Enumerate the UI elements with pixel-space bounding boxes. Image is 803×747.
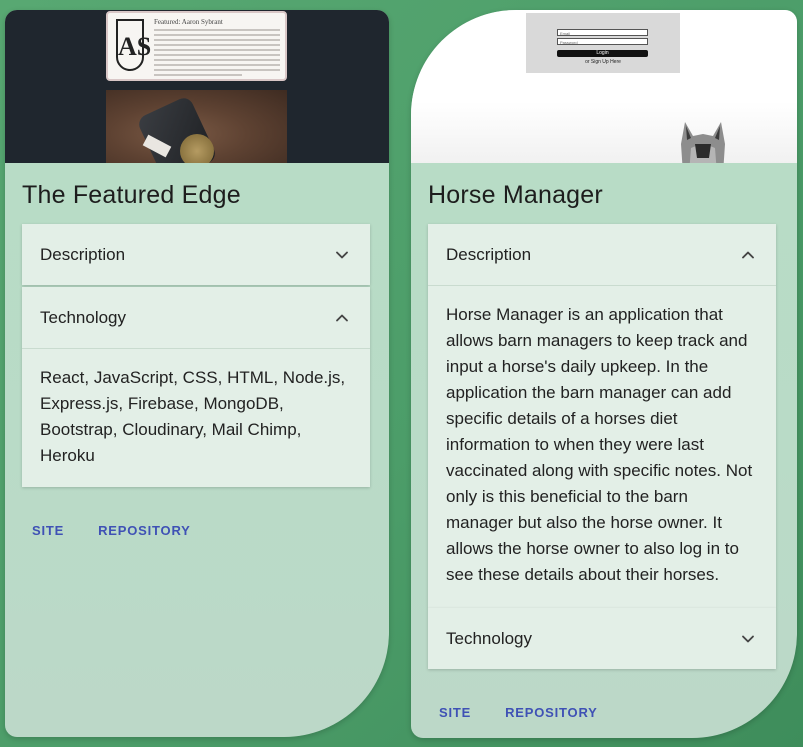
as-logo: AS — [116, 19, 151, 71]
description-toggle[interactable]: Description — [22, 224, 370, 285]
technology-panel: Technology React, JavaScript, CSS, HTML,… — [22, 287, 370, 487]
signup-link-preview: or Sign Up Here — [585, 59, 621, 65]
site-link[interactable]: SITE — [439, 705, 471, 720]
repository-link[interactable]: REPOSITORY — [505, 705, 598, 720]
description-panel: Description — [22, 224, 370, 285]
project-thumbnail: AS Featured: Aaron Sybrant — [5, 10, 389, 163]
article-preview: AS Featured: Aaron Sybrant — [106, 11, 287, 81]
technology-toggle[interactable]: Technology — [22, 287, 370, 348]
project-card-horse-manager: Email Password Login or Sign Up Here Hor… — [411, 10, 797, 738]
description-toggle[interactable]: Description — [428, 224, 776, 285]
technology-label: Technology — [40, 307, 127, 327]
technology-content: React, JavaScript, CSS, HTML, Node.js, E… — [22, 348, 370, 487]
project-card-featured-edge: AS Featured: Aaron Sybrant The Featured … — [5, 10, 389, 737]
repository-link[interactable]: REPOSITORY — [98, 523, 191, 538]
technology-label: Technology — [446, 628, 533, 648]
project-thumbnail: Email Password Login or Sign Up Here — [411, 10, 797, 163]
article-preview-text — [154, 29, 280, 79]
email-field-preview: Email — [557, 29, 648, 36]
knife-photo — [106, 90, 287, 163]
chevron-down-icon — [742, 635, 754, 642]
description-panel: Description Horse Manager is an applicat… — [428, 224, 776, 608]
description-label: Description — [40, 244, 126, 264]
login-button-preview: Login — [557, 50, 648, 57]
card-actions: SITE REPOSITORY — [32, 523, 191, 538]
technology-toggle[interactable]: Technology — [428, 608, 776, 669]
description-content: Horse Manager is an application that all… — [428, 285, 776, 608]
login-form-preview: Email Password Login or Sign Up Here — [526, 13, 680, 73]
chevron-up-icon — [336, 314, 348, 321]
chevron-down-icon — [336, 251, 348, 258]
site-link[interactable]: SITE — [32, 523, 64, 538]
card-actions: SITE REPOSITORY — [439, 705, 598, 720]
password-field-preview: Password — [557, 38, 648, 45]
technology-panel: Technology — [428, 608, 776, 669]
project-title: Horse Manager — [428, 181, 603, 209]
article-preview-title: Featured: Aaron Sybrant — [154, 18, 223, 26]
description-label: Description — [446, 244, 532, 264]
chevron-up-icon — [742, 251, 754, 258]
project-title: The Featured Edge — [22, 181, 241, 209]
horse-image — [681, 122, 725, 163]
